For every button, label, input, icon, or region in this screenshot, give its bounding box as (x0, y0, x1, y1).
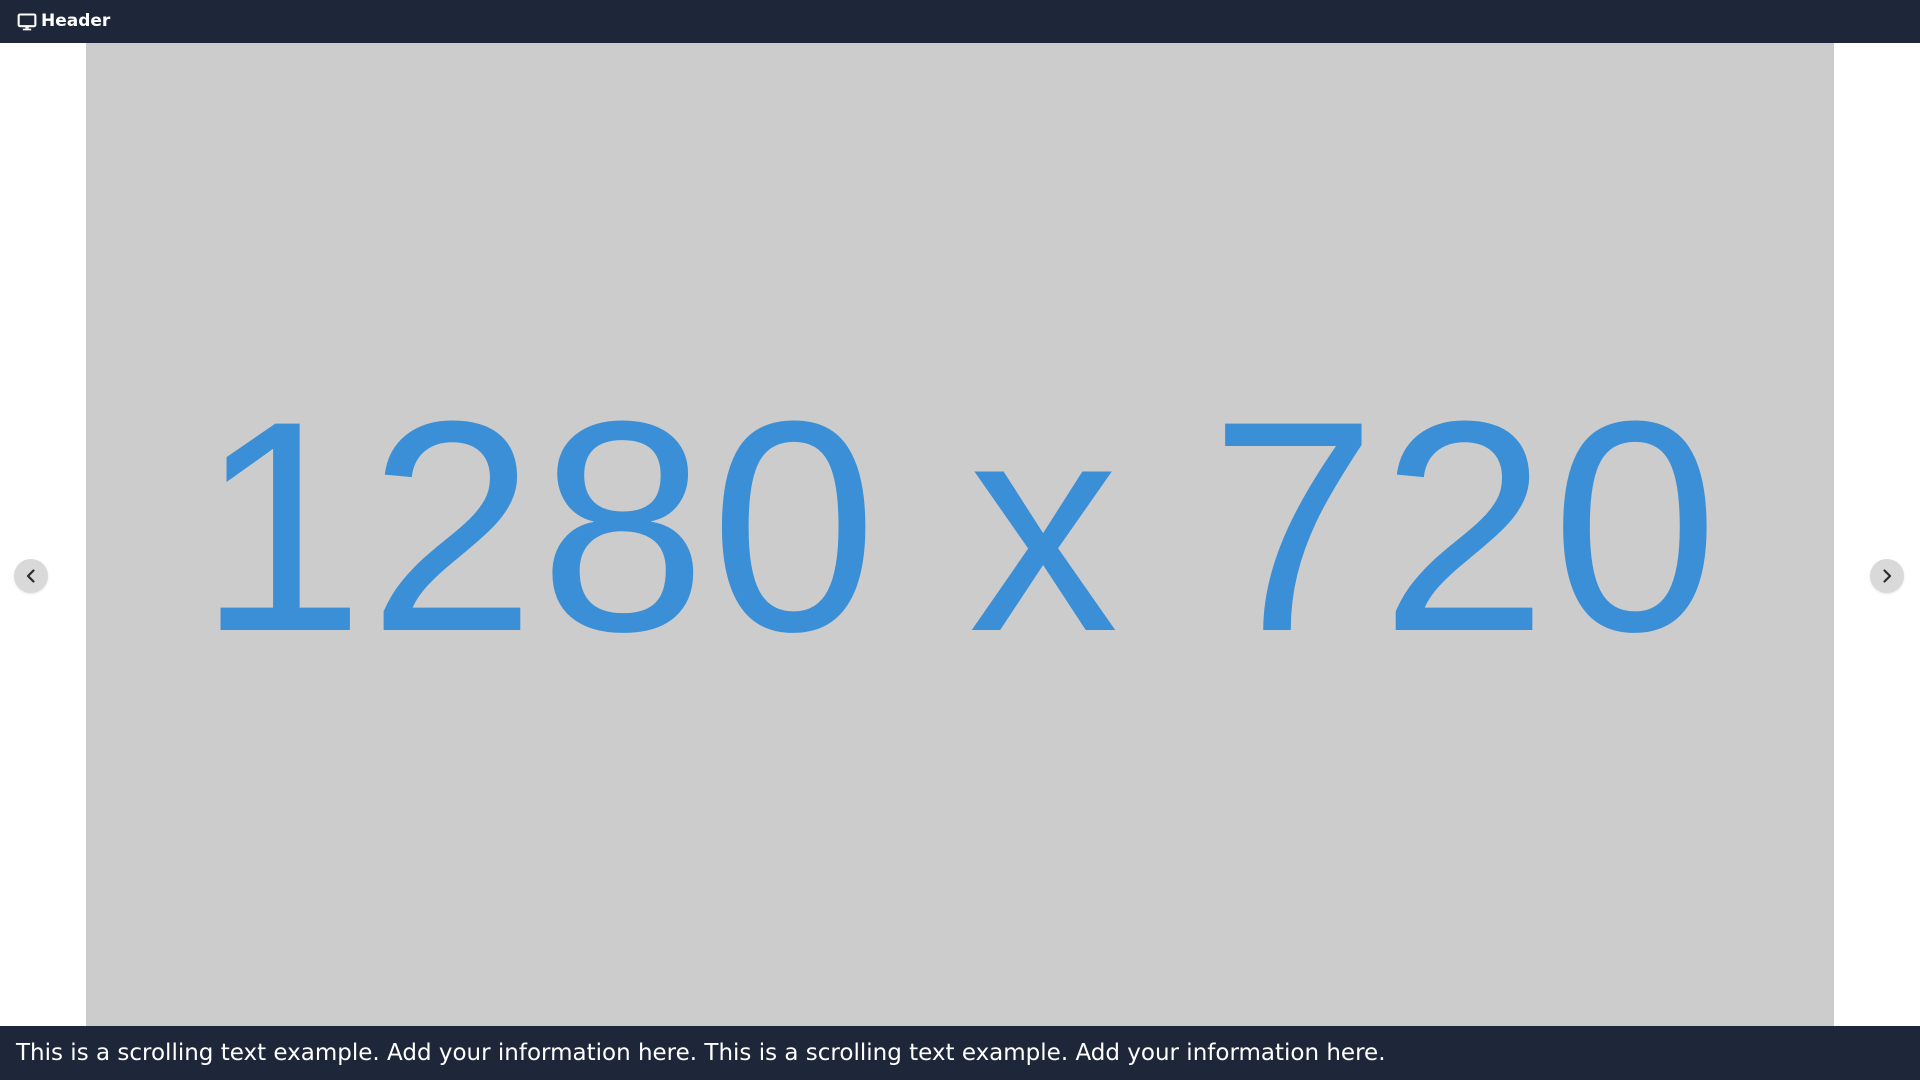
monitor-icon (16, 11, 37, 32)
footer-ticker: This is a scrolling text example. Add yo… (0, 1026, 1920, 1080)
header-bar: Header (0, 0, 1920, 43)
chevron-left-icon (21, 566, 41, 586)
next-slide-button[interactable] (1870, 559, 1904, 593)
page-title: Header (41, 11, 111, 31)
slide-image: 1280 x 720 (86, 43, 1834, 1026)
carousel: 1280 x 720 (0, 43, 1920, 1026)
slide-placeholder-text: 1280 x 720 (197, 358, 1723, 694)
scrolling-text: This is a scrolling text example. Add yo… (16, 1039, 1386, 1066)
prev-slide-button[interactable] (14, 559, 48, 593)
chevron-right-icon (1877, 566, 1897, 586)
